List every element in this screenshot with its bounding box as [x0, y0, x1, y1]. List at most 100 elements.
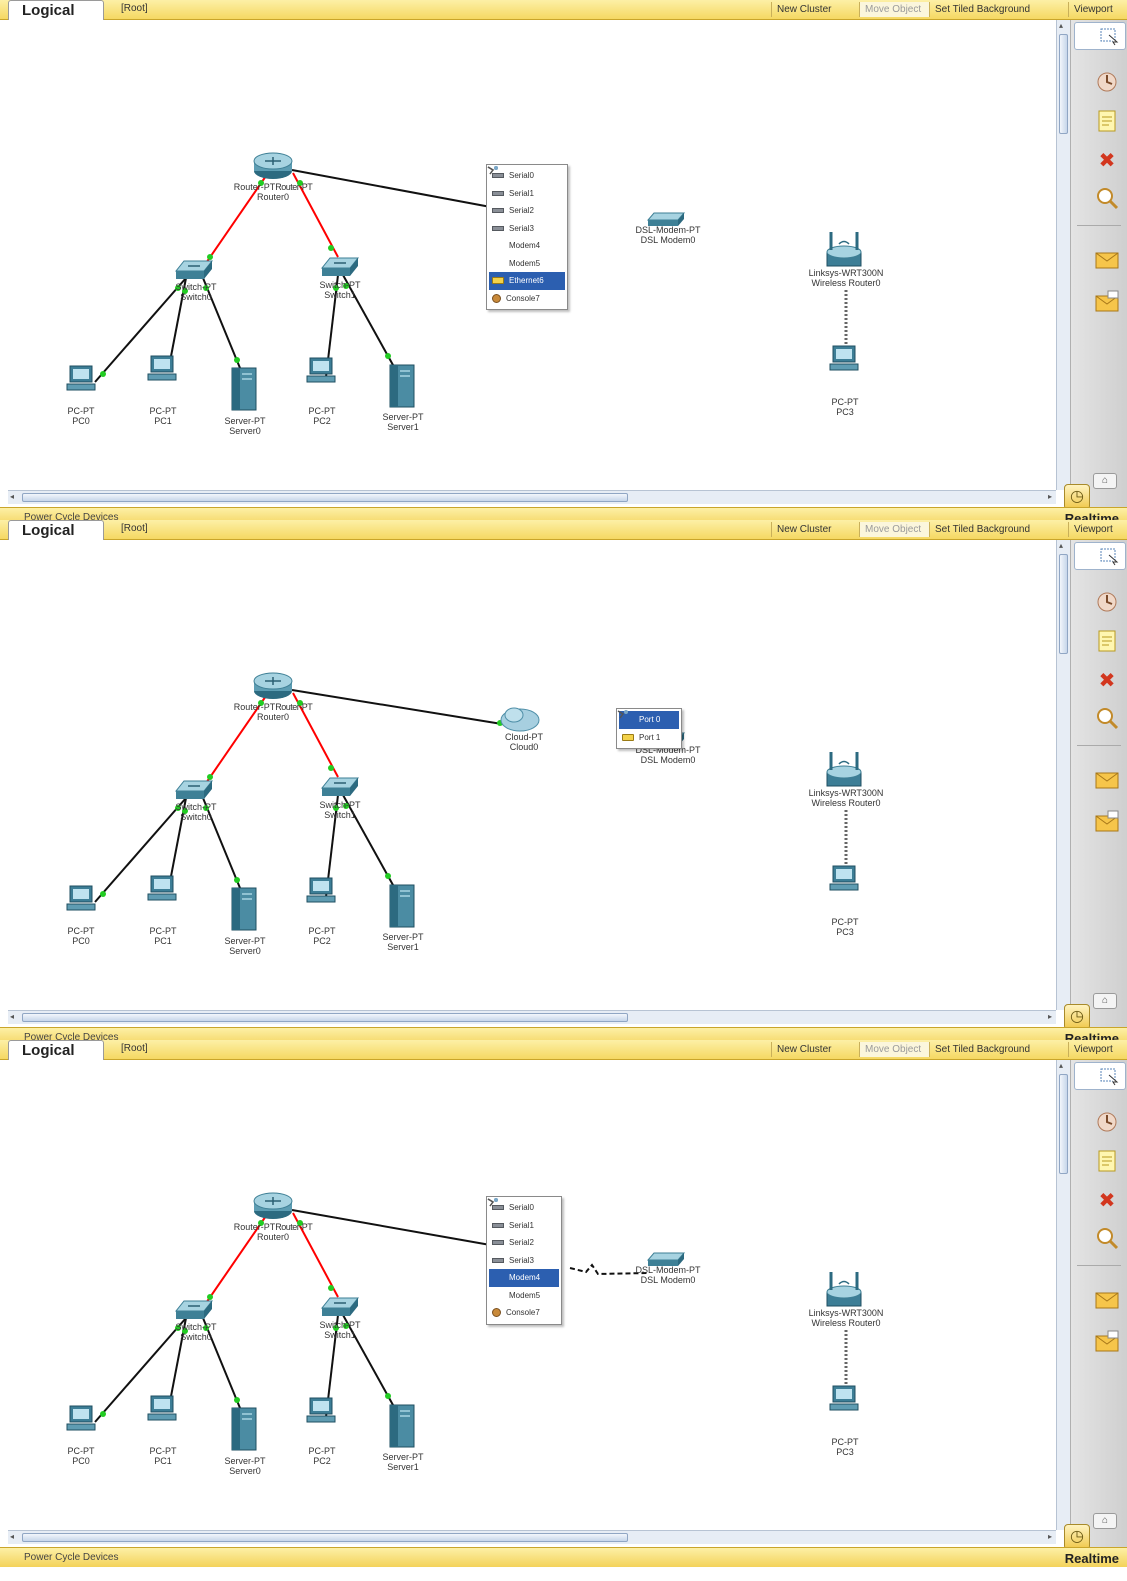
port-menu-item[interactable]: Port 0	[617, 710, 679, 729]
port-menu-item[interactable]: Serial3	[489, 1252, 559, 1270]
viewport-button[interactable]: Viewport	[1068, 2, 1127, 17]
zoom-icon[interactable]	[1093, 184, 1121, 212]
port-menu-item[interactable]: Modem5	[487, 166, 565, 273]
scroll-left-icon[interactable]: ◂	[10, 1532, 14, 1541]
viewport-button[interactable]: Viewport	[1068, 522, 1127, 537]
zoom-icon[interactable]	[1093, 1224, 1121, 1252]
pc-icon[interactable]	[66, 1405, 96, 1431]
set-tiled-background-button[interactable]: Set Tiled Background	[929, 1042, 1045, 1057]
scroll-left-icon[interactable]: ◂	[10, 492, 14, 501]
scroll-up-icon[interactable]: ▴	[1059, 21, 1063, 30]
inspect-icon[interactable]	[1093, 1108, 1121, 1136]
switch-icon[interactable]	[320, 777, 360, 796]
note-icon[interactable]	[1093, 1147, 1121, 1175]
pc-icon[interactable]	[306, 357, 336, 383]
simple-pdu-icon[interactable]	[1093, 245, 1121, 273]
new-cluster-button[interactable]: New Cluster	[771, 522, 859, 537]
move-object-button[interactable]: Move Object	[859, 522, 929, 537]
wireless-router-icon[interactable]	[826, 1272, 862, 1307]
select-tool-icon[interactable]	[1074, 1062, 1126, 1090]
inspect-icon[interactable]	[1093, 68, 1121, 96]
router-icon[interactable]	[253, 672, 293, 699]
new-cluster-button[interactable]: New Cluster	[771, 1042, 859, 1057]
complex-pdu-icon[interactable]	[1093, 1328, 1121, 1356]
link-lights[interactable]	[100, 1220, 391, 1417]
server-icon[interactable]	[389, 364, 415, 408]
pc-icon[interactable]	[66, 365, 96, 391]
move-object-button[interactable]: Move Object	[859, 2, 929, 17]
simple-pdu-icon[interactable]	[1093, 1285, 1121, 1313]
port-menu-item[interactable]: Modem4	[487, 166, 565, 255]
port-menu-item[interactable]: Serial0	[489, 1199, 559, 1217]
port-menu-item[interactable]: Serial1	[489, 185, 565, 203]
scroll-up-icon[interactable]: ▴	[1059, 1061, 1063, 1070]
move-object-button[interactable]: Move Object	[859, 1042, 929, 1057]
cable-in-progress[interactable]	[291, 1209, 497, 1247]
scroll-right-icon[interactable]: ▸	[1048, 1012, 1052, 1021]
port-menu-item[interactable]: Serial1	[489, 1217, 559, 1235]
scroll-right-icon[interactable]: ▸	[1048, 492, 1052, 501]
simple-pdu-icon[interactable]	[1093, 765, 1121, 793]
port-menu-item[interactable]: Serial3	[489, 220, 565, 238]
horizontal-scroll-thumb[interactable]	[22, 1013, 628, 1022]
port-selection-menu[interactable]: Serial0 Serial1 Serial2 Serial3 Modem4 Modem5…	[486, 1196, 562, 1325]
logical-canvas[interactable]: Router-PTRouter-PT Router0 Switch-PT Swit…	[8, 540, 1056, 1010]
vertical-scroll-thumb[interactable]	[1059, 554, 1068, 654]
scroll-right-icon[interactable]: ▸	[1048, 1532, 1052, 1541]
vertical-scroll-thumb[interactable]	[1059, 34, 1068, 134]
pc-icon[interactable]	[829, 1385, 859, 1411]
note-icon[interactable]	[1093, 107, 1121, 135]
server-icon[interactable]	[231, 1407, 257, 1451]
horizontal-scrollbar[interactable]: ◂ ▸	[8, 490, 1056, 504]
port-menu-item[interactable]: Console7	[489, 1304, 559, 1322]
logical-workspace-tab[interactable]: Logical	[8, 520, 104, 542]
set-tiled-background-button[interactable]: Set Tiled Background	[929, 522, 1045, 537]
link-lights[interactable]	[100, 180, 391, 377]
server-icon[interactable]	[231, 367, 257, 411]
switch-icon[interactable]	[320, 257, 360, 276]
inspect-icon[interactable]	[1093, 588, 1121, 616]
pc-icon[interactable]	[66, 885, 96, 911]
viewport-button[interactable]: Viewport	[1068, 1042, 1127, 1057]
vertical-scrollbar[interactable]: ▴	[1056, 540, 1070, 1010]
pc-icon[interactable]	[306, 877, 336, 903]
vertical-scrollbar[interactable]: ▴	[1056, 20, 1070, 490]
port-menu-item[interactable]: Modem5	[487, 1198, 559, 1305]
realtime-mode-label[interactable]: Realtime	[1065, 1551, 1119, 1566]
zoom-icon[interactable]	[1093, 704, 1121, 732]
pc-icon[interactable]	[829, 865, 859, 891]
wireless-router-icon[interactable]	[826, 752, 862, 787]
port-menu-item[interactable]: Serial2	[489, 1234, 559, 1252]
port-menu-item[interactable]: Console7	[489, 290, 565, 308]
pc-icon[interactable]	[829, 345, 859, 371]
logical-workspace-tab[interactable]: Logical	[8, 0, 104, 22]
port-menu-item[interactable]: Serial2	[489, 202, 565, 220]
router-icon[interactable]	[253, 152, 293, 179]
switch-icon[interactable]	[174, 260, 214, 279]
delete-icon[interactable]: ✖	[1093, 1186, 1121, 1214]
complex-pdu-icon[interactable]	[1093, 288, 1121, 316]
select-tool-icon[interactable]	[1074, 22, 1126, 50]
power-cycle-devices-button[interactable]: Power Cycle Devices	[24, 1552, 118, 1563]
select-tool-icon[interactable]	[1074, 542, 1126, 570]
logical-canvas[interactable]: Router-PTRouter-PT Router0 Switch-PT Swit…	[8, 20, 1056, 490]
pc-icon[interactable]	[147, 355, 177, 381]
port-menu-item[interactable]: Modem4	[487, 1198, 559, 1287]
horizontal-scrollbar[interactable]: ◂ ▸	[8, 1010, 1056, 1024]
link-router-cloud[interactable]	[291, 689, 509, 726]
scroll-up-icon[interactable]: ▴	[1059, 541, 1063, 550]
pc-icon[interactable]	[306, 1397, 336, 1423]
minimize-tools-icon[interactable]: ⌂	[1093, 1513, 1117, 1529]
port-menu-item[interactable]: Ethernet6	[489, 272, 565, 290]
complex-pdu-icon[interactable]	[1093, 808, 1121, 836]
switch-icon[interactable]	[174, 1300, 214, 1319]
pc-icon[interactable]	[147, 875, 177, 901]
switch-icon[interactable]	[174, 780, 214, 799]
logical-workspace-tab[interactable]: Logical	[8, 1040, 104, 1062]
scroll-left-icon[interactable]: ◂	[10, 1012, 14, 1021]
delete-icon[interactable]: ✖	[1093, 666, 1121, 694]
vertical-scrollbar[interactable]: ▴	[1056, 1060, 1070, 1530]
port-menu-item[interactable]: Port 1	[619, 729, 679, 747]
root-breadcrumb[interactable]: [Root]	[121, 523, 148, 534]
minimize-tools-icon[interactable]: ⌂	[1093, 993, 1117, 1009]
